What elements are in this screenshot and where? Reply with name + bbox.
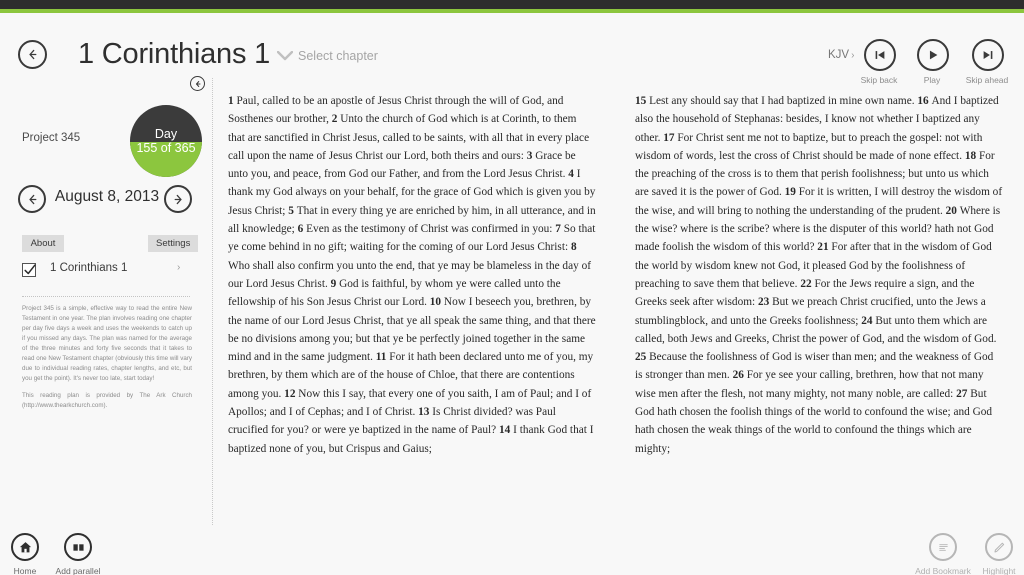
verse-number: 24 bbox=[861, 314, 876, 327]
right-arrow-icon bbox=[174, 194, 182, 204]
next-day-button[interactable] bbox=[164, 185, 192, 213]
divider bbox=[22, 296, 190, 297]
play-icon bbox=[929, 50, 938, 60]
scripture-reader: 1 Paul, called to be an apostle of Jesus… bbox=[228, 92, 1010, 512]
left-arrow-icon bbox=[28, 194, 36, 204]
verse-number: 3 bbox=[526, 149, 536, 162]
verse-number: 16 bbox=[917, 95, 932, 107]
add-parallel-button[interactable] bbox=[64, 533, 92, 561]
about-button[interactable]: About bbox=[22, 235, 64, 252]
skip-ahead-icon bbox=[983, 51, 993, 59]
skip-back-icon bbox=[875, 51, 885, 59]
highlight-label: Highlight bbox=[982, 566, 1016, 575]
settings-button[interactable]: Settings bbox=[148, 235, 199, 252]
verse-number: 25 bbox=[635, 351, 650, 364]
day-progress-word: Day bbox=[154, 126, 178, 141]
day-progress-ring: Day 155 of 365 bbox=[130, 105, 202, 177]
pencil-icon bbox=[993, 542, 1004, 553]
vertical-divider bbox=[212, 78, 213, 525]
verse-number: 26 bbox=[732, 369, 747, 382]
verse-number: 7 bbox=[555, 223, 564, 236]
verse-number: 11 bbox=[375, 351, 390, 364]
page-title: 1 Corinthians 1 bbox=[78, 38, 271, 70]
back-arrow-icon bbox=[29, 49, 37, 60]
verse-number: 8 bbox=[570, 241, 577, 254]
verse-number: 27 bbox=[956, 387, 971, 400]
skip-ahead-button[interactable] bbox=[972, 39, 1004, 71]
bookmark-icon bbox=[938, 543, 948, 551]
verse-number: 22 bbox=[800, 277, 815, 290]
home-button[interactable] bbox=[11, 533, 39, 561]
current-date-label: August 8, 2013 bbox=[54, 188, 160, 205]
version-chevron-icon: › bbox=[851, 50, 855, 61]
add-parallel-label: Add parallel bbox=[55, 566, 101, 575]
app-root: 1 Corinthians 1 Select chapter KJV › Skip… bbox=[0, 0, 1024, 575]
verse-text: For Christ sent me not to baptize, but t… bbox=[635, 131, 983, 162]
verse-number: 14 bbox=[499, 424, 514, 437]
verse-number: 5 bbox=[288, 204, 297, 217]
verse-number: 9 bbox=[330, 277, 340, 290]
app-bar: Home Add parallel Add Bookmark Highlight bbox=[0, 515, 1024, 575]
list-item[interactable]: 1 Corinthians 1 › bbox=[22, 262, 190, 282]
verse-number: 15 bbox=[635, 95, 650, 107]
skip-ahead-label: Skip ahead bbox=[965, 75, 1009, 85]
skip-back-label: Skip back bbox=[860, 75, 898, 85]
back-arrow-icon bbox=[195, 80, 200, 87]
date-navigator: August 8, 2013 bbox=[0, 185, 212, 219]
verse-number: 23 bbox=[757, 296, 773, 309]
home-icon bbox=[19, 541, 31, 552]
verse-number: 13 bbox=[418, 406, 433, 419]
add-bookmark-button[interactable] bbox=[929, 533, 957, 561]
scripture-column-right[interactable]: 15 Lest any should say that I had baptiz… bbox=[635, 92, 1003, 458]
checkmark-icon bbox=[24, 264, 36, 275]
plan-description: Project 345 is a simple, effective way t… bbox=[22, 304, 192, 411]
project-name: Project 345 bbox=[22, 132, 81, 144]
verse-number: 10 bbox=[429, 296, 444, 309]
plan-description-paragraph-2: This reading plan is provided by The Ark… bbox=[22, 392, 192, 410]
verse-number: 18 bbox=[964, 149, 979, 162]
verse[interactable]: 17 For Christ sent me not to baptize, bu… bbox=[635, 132, 982, 162]
verse-number: 21 bbox=[817, 241, 832, 254]
verse-text: Even as the testimony of Christ was conf… bbox=[306, 223, 556, 236]
plan-description-paragraph-1: Project 345 is a simple, effective way t… bbox=[22, 305, 192, 383]
day-progress-value: 155 of 365 bbox=[136, 141, 196, 155]
skip-back-button[interactable] bbox=[864, 39, 896, 71]
verse[interactable]: 6 Even as the testimony of Christ was co… bbox=[298, 223, 556, 235]
chapter-item-label: 1 Corinthians 1 bbox=[50, 262, 128, 274]
version-label: KJV bbox=[828, 49, 850, 61]
title-bar bbox=[0, 0, 1024, 9]
select-chapter-label[interactable]: Select chapter bbox=[298, 49, 378, 63]
chevron-right-icon[interactable]: › bbox=[177, 262, 180, 273]
previous-day-button[interactable] bbox=[18, 185, 46, 213]
version-selector[interactable]: KJV › bbox=[828, 49, 854, 61]
scripture-column-left[interactable]: 1 Paul, called to be an apostle of Jesus… bbox=[228, 92, 596, 458]
verse-number: 19 bbox=[784, 186, 799, 199]
chapter-read-checkbox[interactable] bbox=[22, 263, 36, 277]
verse-number: 6 bbox=[297, 223, 307, 236]
verse-number: 17 bbox=[663, 131, 678, 144]
sidebar-collapse-button[interactable] bbox=[190, 76, 205, 91]
back-button[interactable] bbox=[18, 40, 47, 69]
verse-number: 20 bbox=[945, 204, 960, 217]
add-parallel-icon bbox=[72, 543, 84, 551]
chevron-down-icon[interactable] bbox=[277, 51, 293, 61]
play-label: Play bbox=[923, 75, 941, 85]
verse-text: Lest any should say that I had baptized … bbox=[649, 95, 918, 107]
verse-number: 4 bbox=[568, 168, 577, 181]
verse-number: 2 bbox=[331, 113, 341, 126]
highlight-button[interactable] bbox=[985, 533, 1013, 561]
verse-number: 12 bbox=[284, 387, 299, 400]
play-button[interactable] bbox=[917, 39, 949, 71]
app-header: 1 Corinthians 1 Select chapter KJV › Skip… bbox=[0, 13, 1024, 85]
verse[interactable]: 15 Lest any should say that I had baptiz… bbox=[635, 95, 917, 107]
